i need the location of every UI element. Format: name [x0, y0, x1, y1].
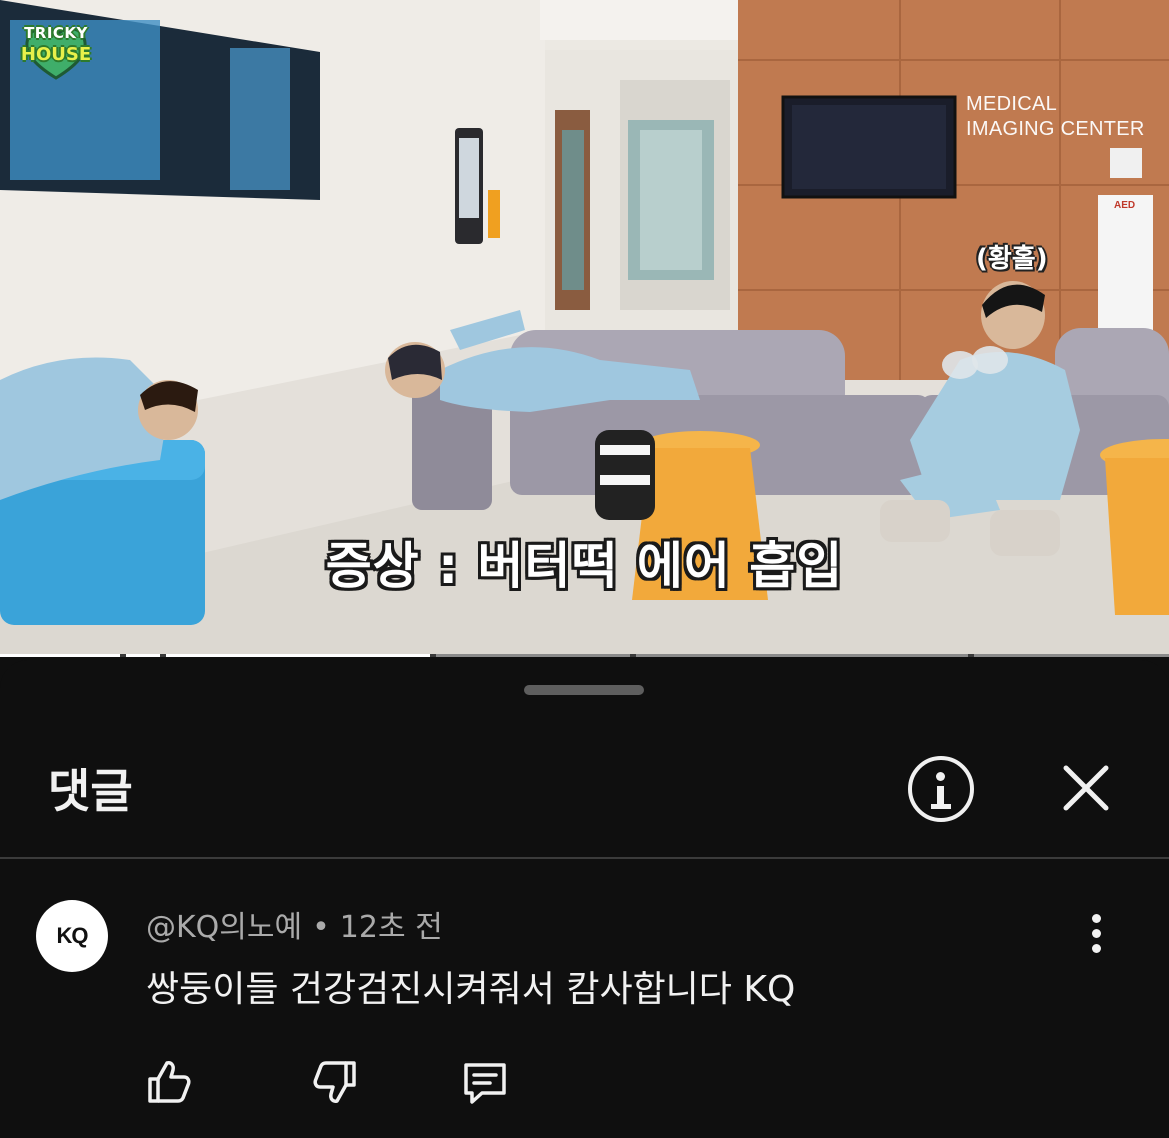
wall-sign-line1: MEDICAL	[966, 93, 1058, 115]
sheet-title: 댓글	[48, 764, 133, 818]
video-progress-bar[interactable]	[0, 654, 1169, 657]
chapter-marker	[120, 654, 126, 657]
logo-text-line2: HOUSE	[20, 44, 92, 65]
more-options-icon[interactable]	[1084, 912, 1110, 956]
comment-author[interactable]: @KQ의노예	[146, 910, 302, 945]
close-icon[interactable]	[1058, 760, 1114, 816]
like-icon[interactable]	[142, 1055, 196, 1109]
chapter-marker	[430, 654, 436, 657]
caption-annotation: (황홀)	[976, 244, 1048, 274]
avatar[interactable]: KQ	[36, 900, 108, 972]
chapter-marker	[968, 654, 974, 657]
wall-sign-line2: IMAGING CENTER	[966, 118, 1145, 140]
comments-sheet: 댓글 KQ @KQ의노예 • 12초 전 쌍둥이들 건강검진시켜줘서 캄사합니다 K…	[0, 660, 1169, 1138]
aed-label: AED	[1114, 200, 1136, 211]
wall-sign: MEDICAL IMAGING CENTER	[966, 92, 1145, 142]
header-divider	[0, 857, 1169, 859]
progress-played	[0, 654, 433, 657]
comment-time: 12초 전	[339, 910, 443, 945]
dislike-icon[interactable]	[308, 1055, 362, 1109]
channel-logo: TRICKY HOUSE	[20, 20, 92, 82]
video-player[interactable]: TRICKY HOUSE MEDICAL IMAGING CENTER AED …	[0, 0, 1169, 657]
reply-icon[interactable]	[458, 1055, 512, 1109]
drag-handle[interactable]	[524, 685, 644, 695]
logo-text-line1: TRICKY	[24, 24, 88, 42]
chapter-marker	[630, 654, 636, 657]
chapter-marker	[160, 654, 166, 657]
comment-meta: @KQ의노예 • 12초 전	[146, 902, 443, 946]
meta-separator: •	[312, 910, 330, 945]
video-subtitle: 증상 : 버터떡 에어 흡입	[325, 537, 844, 595]
info-icon[interactable]	[908, 756, 974, 822]
comment-text: 쌍둥이들 건강검진시켜줘서 캄사합니다 KQ	[146, 969, 796, 1010]
